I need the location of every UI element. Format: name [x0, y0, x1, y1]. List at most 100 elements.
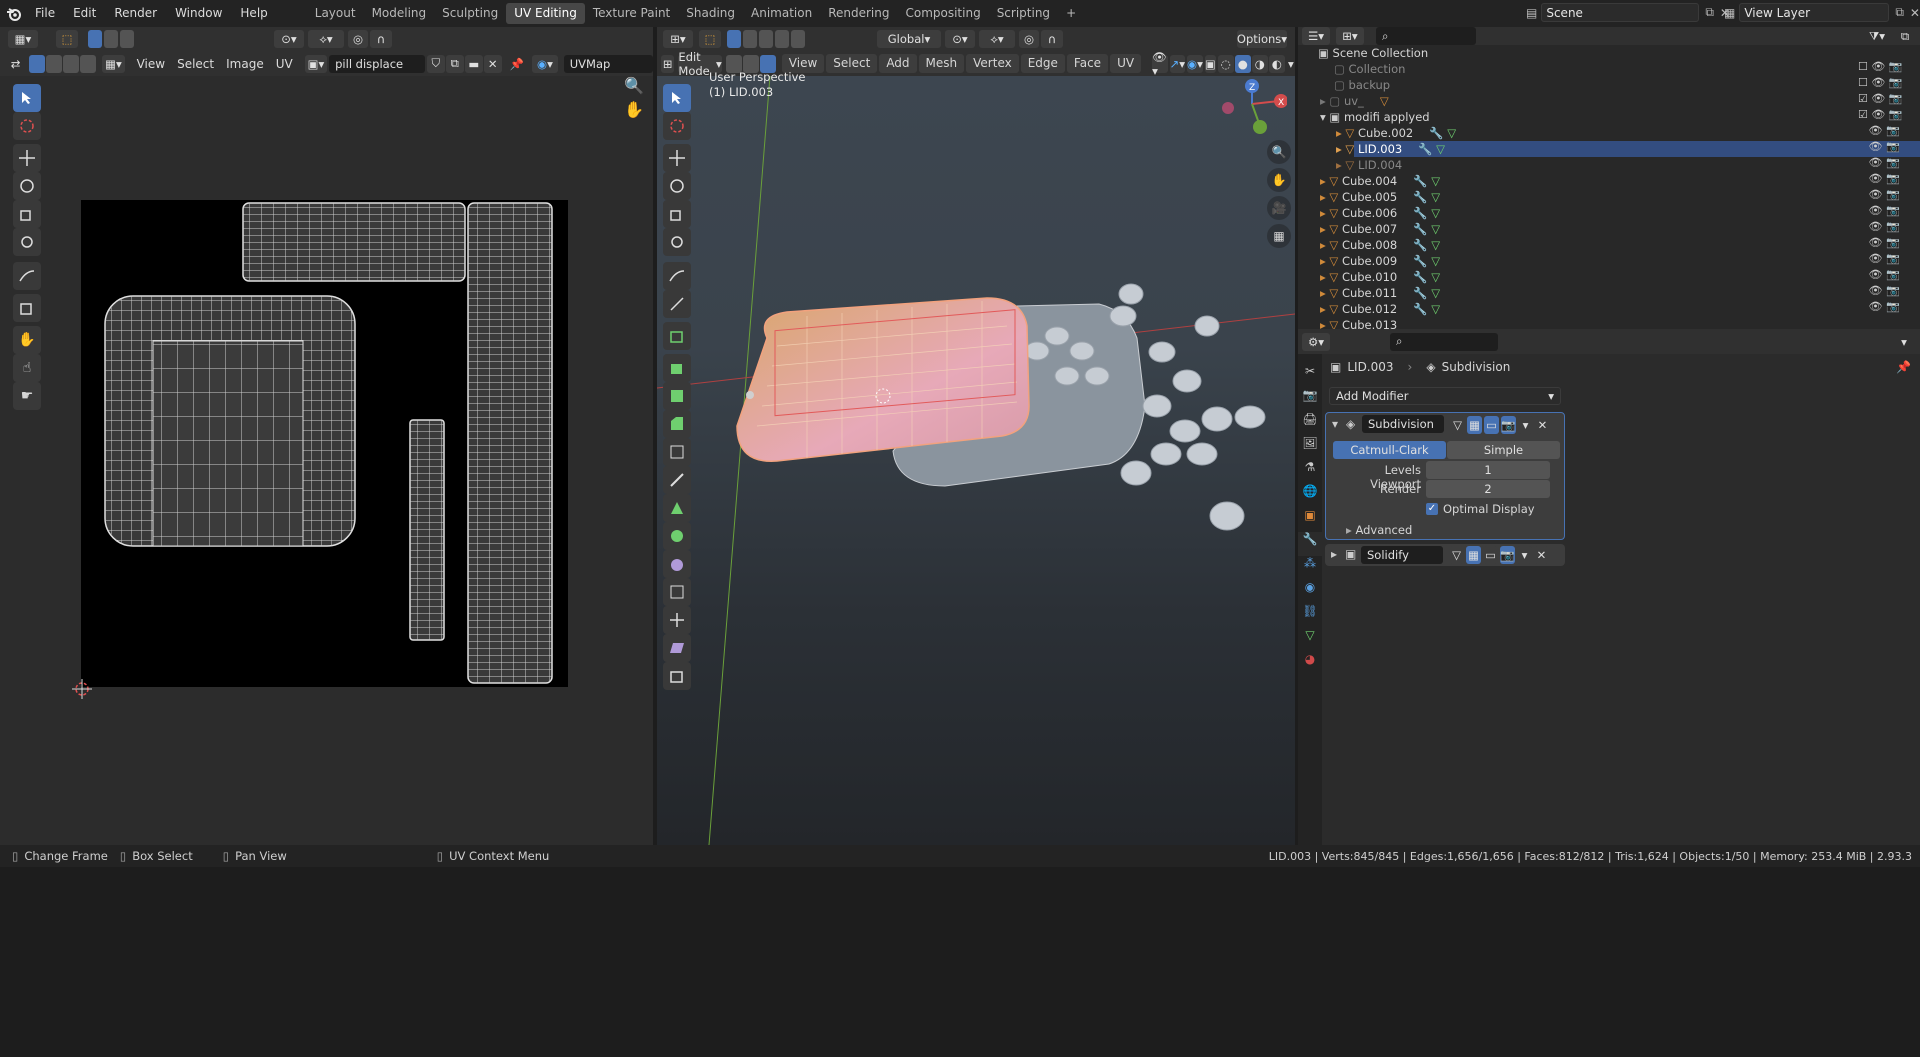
levels-viewport-field[interactable]: 1	[1426, 461, 1550, 479]
solidify-menu-icon[interactable]: ▾	[1517, 546, 1532, 564]
menu-viewport-edge[interactable]: Edge	[1020, 54, 1065, 73]
outliner-row[interactable]: ▸ ▽ Cube.007 🔧 ▽	[1320, 221, 1590, 237]
physics-tab-icon[interactable]: ◉	[1298, 580, 1322, 604]
object-tab-icon[interactable]: ▣	[1298, 508, 1322, 532]
outliner-editor-type-icon[interactable]: ☰▾	[1302, 27, 1330, 45]
outliner-row[interactable]: ▸ ▢ uv_ ▽	[1320, 93, 1590, 109]
bevel-tool[interactable]	[663, 410, 691, 438]
output-tab-icon[interactable]: 🖨	[1298, 412, 1322, 436]
viewport-falloff-icon[interactable]: ∩	[1041, 30, 1063, 48]
menu-viewport-face[interactable]: Face	[1066, 54, 1109, 73]
move-tool[interactable]	[13, 144, 41, 172]
knife-tool[interactable]	[663, 466, 691, 494]
menu-render[interactable]: Render	[105, 0, 166, 27]
image-name-field[interactable]: pill displace	[329, 54, 425, 73]
menu-window[interactable]: Window	[166, 0, 231, 27]
subdivision-menu-icon[interactable]: ▾	[1518, 416, 1533, 434]
tab-compositing[interactable]: Compositing	[897, 3, 988, 24]
spin-tool[interactable]	[663, 522, 691, 550]
outliner-row[interactable]: ▸ ▽ Cube.002 🔧 ▽	[1336, 125, 1606, 141]
outliner-row[interactable]: ▾ ▣ modifi applyed	[1320, 109, 1590, 125]
viewport-select-tool-icon[interactable]: ⬚	[699, 30, 721, 48]
pan-icon[interactable]: ✋	[624, 100, 644, 119]
shrink-fatten-tool[interactable]	[663, 606, 691, 634]
remove-solidify-icon[interactable]: ✕	[1534, 546, 1549, 564]
viewport-display-icon[interactable]: ▭	[1484, 416, 1499, 434]
snap-icon[interactable]: ⟡▾	[308, 30, 344, 48]
viewport-select-box-tool[interactable]	[663, 84, 691, 112]
solidify-expand-icon[interactable]: ▸	[1331, 547, 1337, 561]
viewport-transform-tool[interactable]	[663, 228, 691, 256]
new-collection-icon[interactable]: ⧉	[1896, 27, 1914, 45]
visibility-icon[interactable]: 👁▾	[1152, 50, 1168, 78]
material-shading-icon[interactable]: ◑	[1251, 54, 1268, 73]
menu-uv-view[interactable]: View	[131, 55, 171, 73]
new-scene-icon[interactable]: ⧉	[1705, 5, 1714, 20]
material-tab-icon[interactable]: ◕	[1298, 652, 1322, 676]
tab-shading[interactable]: Shading	[678, 3, 743, 24]
uv-face-mode-icon[interactable]	[63, 54, 80, 73]
viewport-editor-type-button[interactable]: ⊞▾	[663, 30, 693, 48]
rendered-shading-icon[interactable]: ◐	[1268, 54, 1285, 73]
viewport-pan-icon[interactable]: ✋	[1267, 168, 1291, 192]
wireframe-shading-icon[interactable]: ◌	[1217, 54, 1234, 73]
rotate-tool[interactable]	[13, 172, 41, 200]
uv-overlay-icon[interactable]: ◉ ▾	[532, 54, 558, 73]
new-view-layer-icon[interactable]: ⧉	[1895, 5, 1904, 20]
open-image-icon[interactable]: ▬	[464, 54, 483, 73]
sticky-select-icon[interactable]: ▦▾	[102, 54, 125, 73]
menu-viewport-mesh[interactable]: Mesh	[918, 54, 965, 73]
menu-file[interactable]: File	[26, 0, 64, 27]
annotate-tool[interactable]	[13, 262, 41, 290]
uv-vertex-mode-icon[interactable]	[29, 54, 46, 73]
fake-user-icon[interactable]: ⛉	[426, 54, 445, 73]
world-tab-icon[interactable]: 🌐	[1298, 484, 1322, 508]
viewport-cursor-tool[interactable]	[663, 112, 691, 140]
viewport-type-icon[interactable]: ⊞	[661, 54, 675, 73]
uv-sync-selection-icon[interactable]: ⇄	[6, 54, 26, 73]
unlink-image-icon[interactable]: ✕	[483, 54, 502, 73]
viewport-annotate-tool[interactable]	[663, 262, 691, 290]
data-tab-icon[interactable]: ▽	[1298, 628, 1322, 652]
menu-viewport-vertex[interactable]: Vertex	[966, 54, 1019, 73]
pin-properties-icon[interactable]: 📌	[1896, 360, 1911, 374]
rip-region-tool[interactable]	[663, 662, 691, 690]
viewport-select-invert-icon[interactable]	[775, 30, 789, 48]
viewport-proportional-icon[interactable]: ◎	[1019, 30, 1039, 48]
new-image-icon[interactable]: ⧉	[445, 54, 464, 73]
outliner-row[interactable]: ▢ Collection	[1334, 61, 1604, 77]
menu-uv-select[interactable]: Select	[171, 55, 220, 73]
solidify-name-field[interactable]: Solidify	[1361, 546, 1443, 564]
remove-subdivision-icon[interactable]: ✕	[1535, 416, 1550, 434]
perspective-toggle-icon[interactable]: ▦	[1267, 224, 1291, 248]
select-mode-new-icon[interactable]	[88, 30, 102, 48]
blender-logo-icon[interactable]	[2, 0, 26, 27]
inset-tool[interactable]	[663, 382, 691, 410]
display-mode-icon[interactable]: ⊞▾	[1336, 27, 1364, 45]
pin-icon[interactable]: 📌	[509, 54, 525, 73]
outliner-row[interactable]: ▸ ▽ Cube.012 🔧 ▽	[1320, 301, 1590, 317]
add-workspace-button[interactable]: +	[1058, 3, 1084, 24]
uv-edge-mode-icon[interactable]	[46, 54, 63, 73]
tab-animation[interactable]: Animation	[743, 3, 820, 24]
scene-tab-icon[interactable]: ⚗	[1298, 460, 1322, 484]
properties-options-icon[interactable]: ▾	[1894, 332, 1914, 351]
menu-viewport-uv[interactable]: UV	[1110, 54, 1142, 73]
tab-rendering[interactable]: Rendering	[820, 3, 897, 24]
scene-selector[interactable]: Scene	[1541, 3, 1700, 22]
outliner-row[interactable]: ▸ ▽ LID.003 🔧 ▽	[1336, 141, 1606, 157]
viewport-rotate-tool[interactable]	[663, 172, 691, 200]
zoom-icon[interactable]: 🔍	[624, 76, 644, 95]
render-tab-icon[interactable]: 📷	[1298, 388, 1322, 412]
camera-view-icon[interactable]: 🎥	[1267, 196, 1291, 220]
solidify-render-icon[interactable]: 📷	[1500, 546, 1515, 564]
catmull-clark-button[interactable]: Catmull-Clark	[1333, 441, 1446, 459]
optimal-display-checkbox[interactable]: ✓ Optimal Display	[1426, 502, 1535, 516]
collapse-arrow-icon[interactable]: ▾	[1332, 417, 1338, 431]
outliner-row[interactable]: ▸ ▽ Cube.010 🔧 ▽	[1320, 269, 1590, 285]
viewport-zoom-icon[interactable]: 🔍	[1267, 140, 1291, 164]
3d-viewport[interactable]: User Perspective (1) LID.003 Z X 🔍 ✋ 🎥 ▦	[657, 70, 1295, 845]
viewport-snap-icon[interactable]: ⟡▾	[979, 30, 1015, 48]
uv-editor-canvas[interactable]: ✋ ☝ ☛ 🔍 ✋	[0, 76, 653, 845]
tab-texture-paint[interactable]: Texture Paint	[585, 3, 678, 24]
